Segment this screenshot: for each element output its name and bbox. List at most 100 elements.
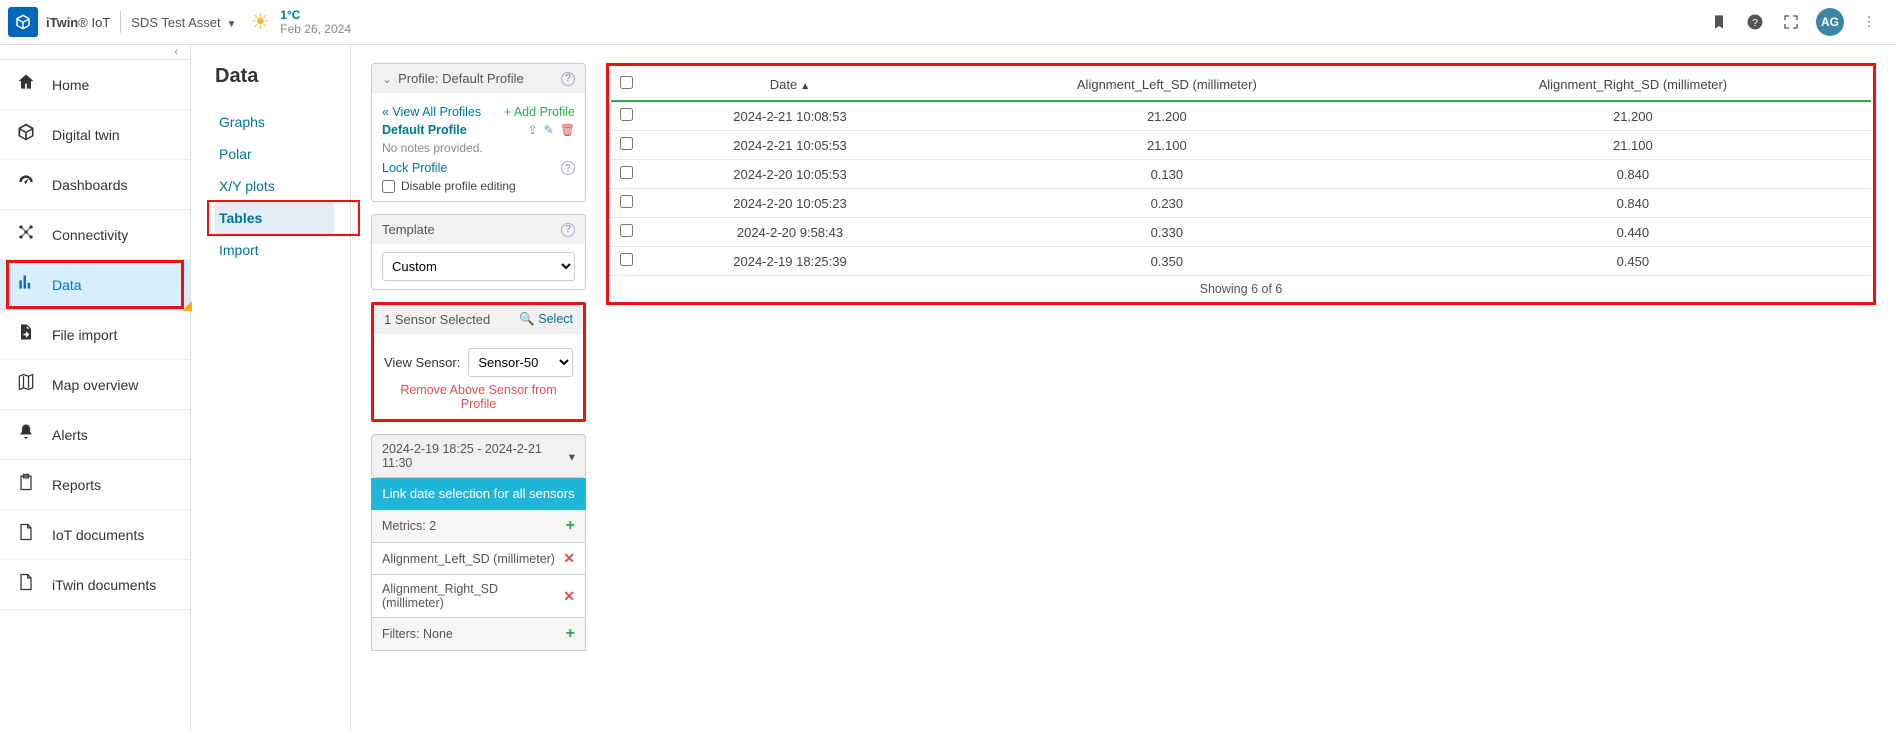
nodes-icon [16,222,40,247]
nav-item-label: Reports [52,477,101,493]
weather-temp: 1°C [280,8,351,22]
more-icon[interactable]: ⋮ [1858,11,1880,33]
nav-item-alerts[interactable]: Alerts [0,410,190,460]
chevron-down-icon[interactable]: ⌄ [382,72,392,86]
chevron-down-icon: ▾ [569,449,575,464]
nav-item-connectivity[interactable]: Connectivity [0,210,190,260]
add-filter-button[interactable]: + [566,625,575,643]
profile-panel: ⌄ Profile: Default Profile ? « View All … [371,63,586,202]
subnav-item-graphs[interactable]: Graphs [215,106,334,138]
filters-row: Filters: None + [371,618,586,651]
subnav-item-tables[interactable]: Tables [215,202,334,234]
template-panel-title: Template [382,222,435,237]
template-select[interactable]: Custom [382,252,575,281]
collapse-nav-button[interactable]: ‹ [0,45,190,60]
avatar[interactable]: AG [1816,8,1844,36]
metric-row: Alignment_Right_SD (millimeter) ✕ [371,575,586,618]
delete-icon[interactable]: 🗑 [560,123,575,137]
nav-item-map-overview[interactable]: Map overview [0,360,190,410]
select-sensor-link[interactable]: 🔍 Select [519,312,573,327]
nav-item-data[interactable]: Data [0,260,190,310]
fullscreen-icon[interactable] [1780,11,1802,33]
template-panel: Template ? Custom [371,214,586,290]
row-checkbox[interactable] [620,253,633,266]
cell-left: 0.230 [939,189,1395,218]
remove-sensor-link[interactable]: Remove Above Sensor from Profile [384,383,573,411]
view-all-profiles-link[interactable]: « View All Profiles [382,105,481,119]
product-name: iTwin® IoT [46,15,110,30]
nav-item-label: IoT documents [52,527,144,543]
cell-date: 2024-2-21 10:05:53 [641,131,939,160]
nav-item-label: Connectivity [52,227,128,243]
help-icon[interactable]: ? [561,223,575,237]
divider [120,11,121,33]
data-table: Date▲ Alignment_Left_SD (millimeter) Ali… [611,68,1871,276]
row-checkbox[interactable] [620,108,633,121]
metrics-header-row: Metrics: 2 + [371,510,586,543]
weather-widget: ☀ 1°C Feb 26, 2024 [251,8,351,36]
nav-item-home[interactable]: Home [0,60,190,110]
help-icon[interactable]: ? [1744,11,1766,33]
top-header: iTwin® IoT SDS Test Asset▼ ☀ 1°C Feb 26,… [0,0,1896,45]
disable-editing-checkbox[interactable]: Disable profile editing [382,179,575,193]
profile-panel-title: Profile: Default Profile [398,71,524,86]
nav-item-file-import[interactable]: File import [0,310,190,360]
nav-item-itwin-documents[interactable]: iTwin documents [0,560,190,610]
share-icon[interactable]: ⇪ [528,123,538,137]
profile-name-link[interactable]: Default Profile [382,123,467,137]
data-table-panel: Date▲ Alignment_Left_SD (millimeter) Ali… [606,63,1876,305]
add-metric-button[interactable]: + [566,517,575,535]
nav-item-iot-documents[interactable]: IoT documents [0,510,190,560]
row-checkbox[interactable] [620,224,633,237]
view-sensor-select[interactable]: Sensor-50 [468,348,573,377]
date-range-picker[interactable]: 2024-2-19 18:25 - 2024-2-21 11:30 ▾ [371,434,586,478]
col-header-date[interactable]: Date▲ [641,68,939,101]
sensor-panel: 1 Sensor Selected 🔍 Select View Sensor: … [371,302,586,422]
table-row: 2024-2-21 10:05:5321.10021.100 [611,131,1871,160]
table-row: 2024-2-20 10:05:530.1300.840 [611,160,1871,189]
nav-item-label: Data [52,277,82,293]
subnav-item-polar[interactable]: Polar [215,138,334,170]
chevron-down-icon: ▼ [227,19,237,30]
row-checkbox[interactable] [620,166,633,179]
nav-item-label: File import [52,327,117,343]
fileimport-icon [16,322,40,347]
link-date-button[interactable]: Link date selection for all sensors [371,478,586,510]
asset-selector[interactable]: SDS Test Asset▼ [131,15,236,30]
gauge-icon [16,172,40,197]
sun-icon: ☀ [251,9,271,35]
edit-icon[interactable]: ✎ [544,123,554,137]
table-row: 2024-2-21 10:08:5321.20021.200 [611,101,1871,131]
doc-icon [16,522,40,547]
nav-item-label: Home [52,77,89,93]
row-checkbox[interactable] [620,137,633,150]
bell-icon [16,422,40,447]
row-checkbox[interactable] [620,195,633,208]
help-icon[interactable]: ? [561,161,575,175]
home-icon [16,72,40,97]
nav-item-label: Dashboards [52,177,128,193]
remove-metric-button[interactable]: ✕ [563,588,575,605]
indicator-icon [182,301,192,311]
metrics-stack: 2024-2-19 18:25 - 2024-2-21 11:30 ▾ Link… [371,434,586,651]
table-row: 2024-2-20 10:05:230.2300.840 [611,189,1871,218]
lock-profile-link[interactable]: Lock Profile [382,161,447,175]
remove-metric-button[interactable]: ✕ [563,550,575,567]
filter-icon: 🔍 [519,312,535,326]
subnav-item-import[interactable]: Import [215,234,334,266]
nav-item-reports[interactable]: Reports [0,460,190,510]
select-all-checkbox[interactable] [620,76,633,89]
col-header-left[interactable]: Alignment_Left_SD (millimeter) [939,68,1395,101]
disable-editing-input[interactable] [382,180,395,193]
cell-date: 2024-2-20 9:58:43 [641,218,939,247]
cell-right: 0.840 [1395,160,1871,189]
help-icon[interactable]: ? [561,72,575,86]
cell-left: 21.200 [939,101,1395,131]
nav-item-digital-twin[interactable]: Digital twin [0,110,190,160]
nav-item-dashboards[interactable]: Dashboards [0,160,190,210]
add-profile-link[interactable]: + Add Profile [504,105,575,119]
bookmark-icon[interactable] [1708,11,1730,33]
subnav-item-x-y-plots[interactable]: X/Y plots [215,170,334,202]
sensor-panel-title: 1 Sensor Selected [384,312,490,327]
col-header-right[interactable]: Alignment_Right_SD (millimeter) [1395,68,1871,101]
